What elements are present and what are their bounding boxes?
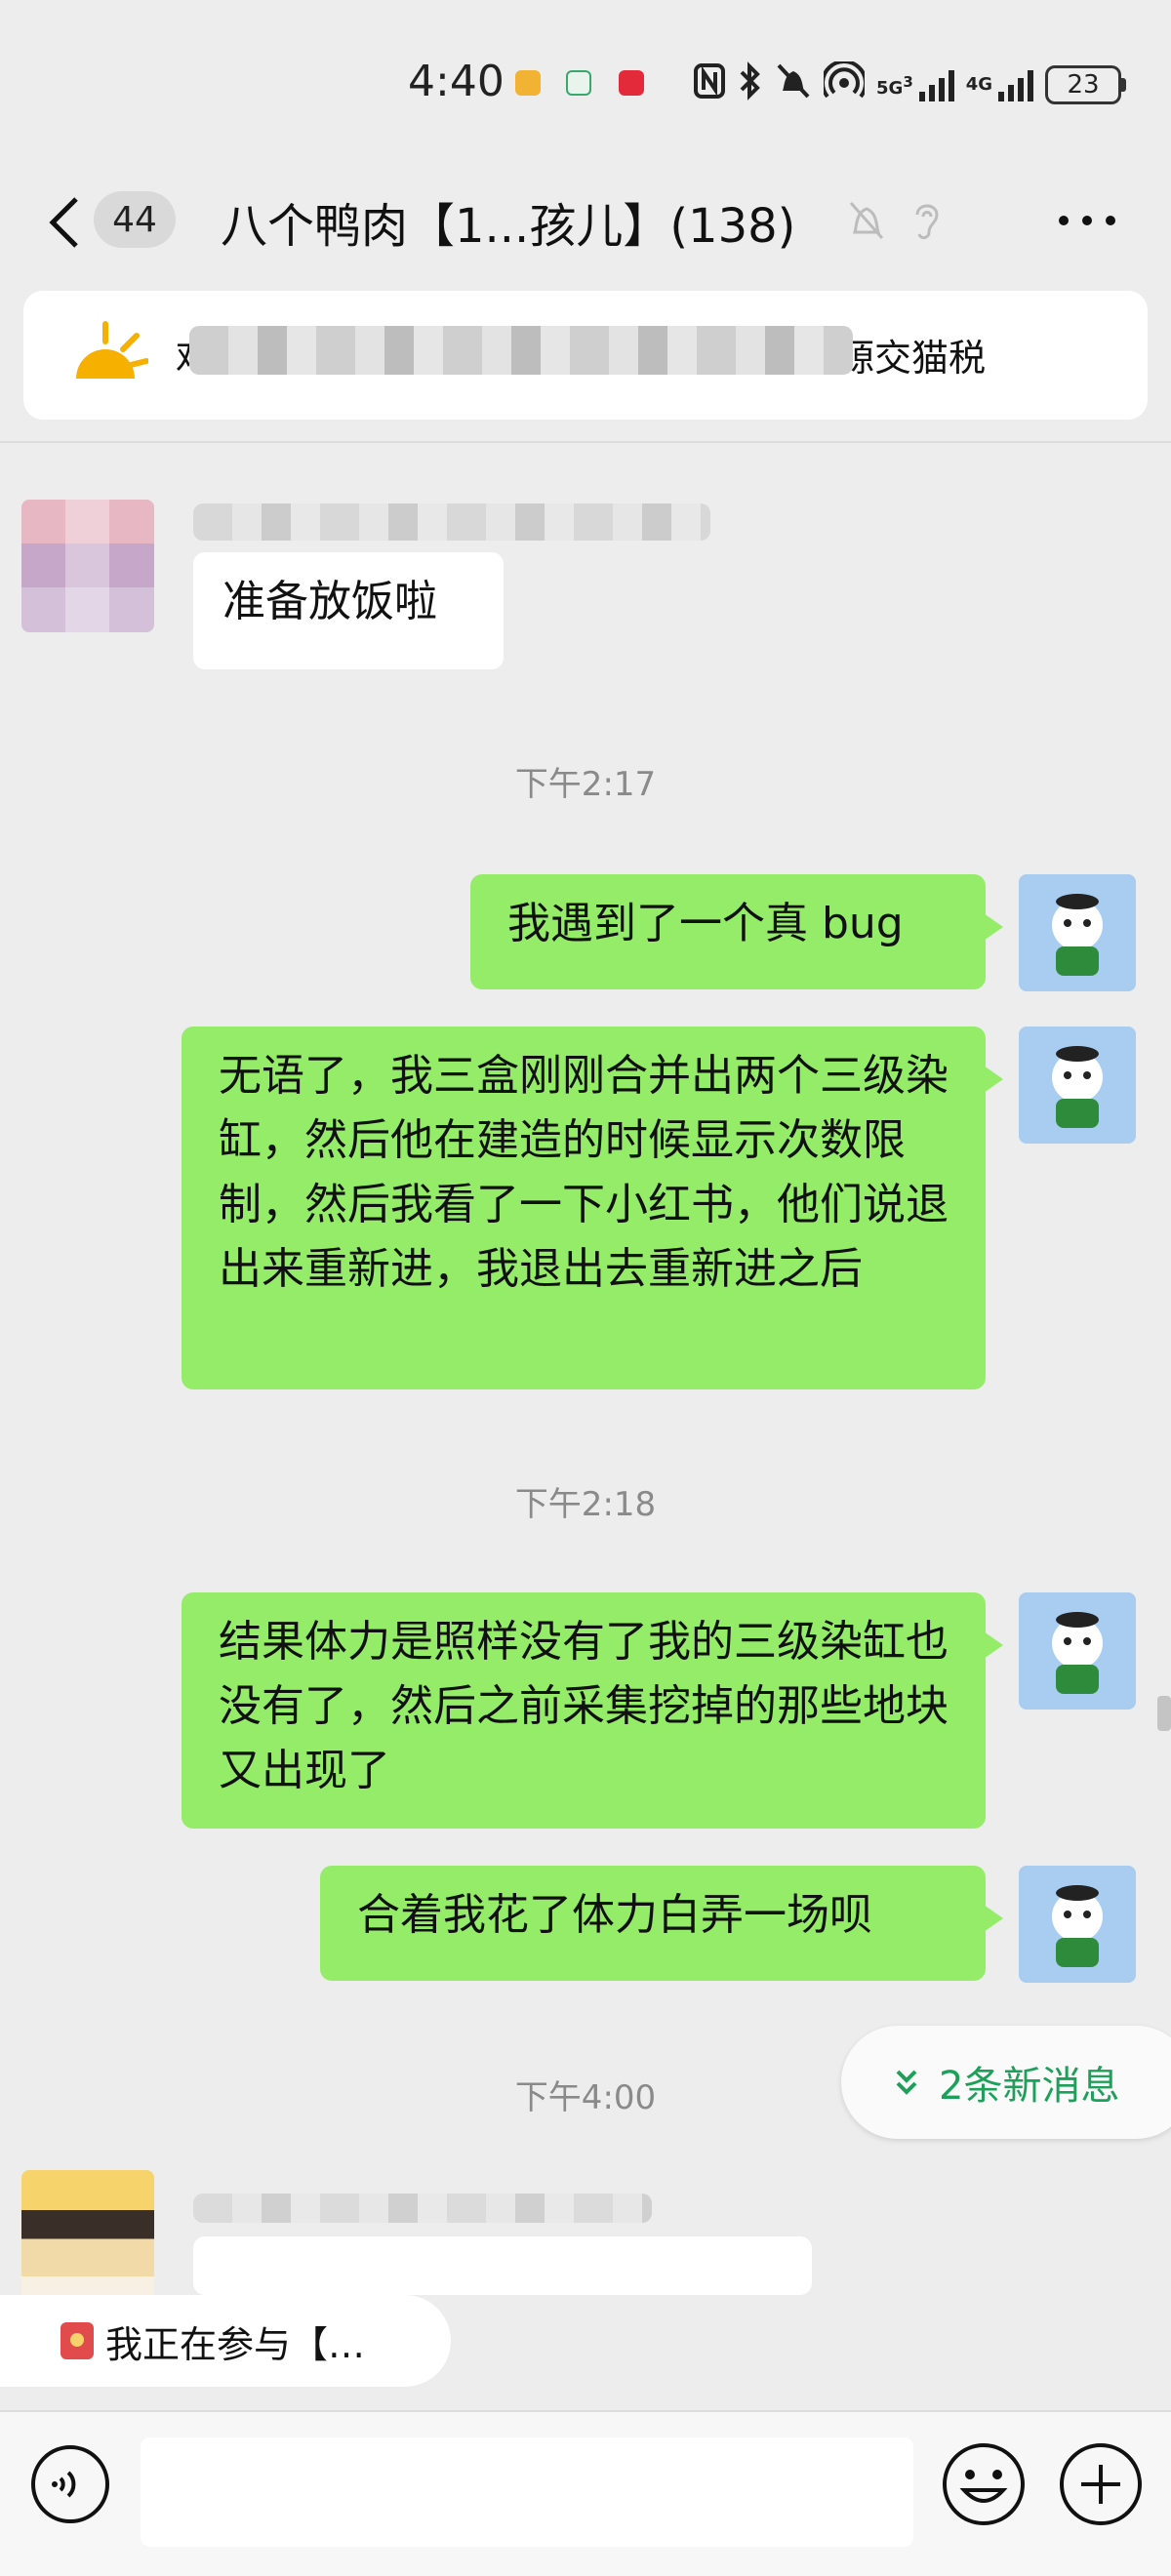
scrollbar-thumb[interactable] — [1157, 1696, 1171, 1731]
redacted-sender-name — [193, 2194, 652, 2223]
red-packet-icon — [61, 2322, 94, 2359]
nfc-icon — [693, 62, 726, 107]
status-bar: 4:40 5G3 4G 23 — [0, 0, 1171, 172]
battery-tip — [1121, 78, 1127, 92]
network-5g-label: 5G3 — [876, 72, 913, 99]
double-chevron-down-icon — [896, 2070, 917, 2095]
message-bubble[interactable]: 准备放饭啦 — [193, 552, 504, 669]
redacted-text — [189, 326, 853, 375]
battery-icon: 23 — [1045, 65, 1122, 104]
my-avatar[interactable] — [1019, 874, 1136, 991]
message-bubble-partial[interactable] — [193, 2236, 812, 2295]
redacted-sender-name — [193, 503, 710, 541]
earpiece-mode-icon — [915, 204, 939, 240]
message-bubble[interactable]: 结果体力是照样没有了我的三级染缸也没有了，然后之前采集挖掉的那些地块又出现了 — [182, 1592, 1003, 1829]
muted-bell-icon — [849, 202, 884, 239]
activity-tip-text: 我正在参与【… — [105, 2322, 366, 2366]
weibo-notification-icon — [515, 70, 541, 96]
emoji-icon[interactable] — [941, 2441, 1027, 2527]
my-avatar[interactable] — [1019, 1866, 1136, 1983]
new-messages-label: 2条新消息 — [939, 2064, 1120, 2109]
plus-icon[interactable] — [1058, 2441, 1144, 2527]
message-bubble[interactable]: 合着我花了体力白弄一场呗 — [320, 1866, 1003, 1981]
voice-input-button[interactable] — [29, 2443, 111, 2525]
my-avatar[interactable] — [1019, 1592, 1136, 1710]
message-bubble[interactable]: 我遇到了一个真 bug — [470, 874, 1003, 989]
announcement-icon — [76, 321, 148, 379]
message-bubble[interactable]: 无语了，我三盒刚刚合并出两个三级染缸，然后他在建造的时候显示次数限制，然后我看了… — [182, 1026, 1003, 1389]
signal-5g-icon — [918, 68, 954, 101]
member-avatar[interactable] — [21, 2170, 154, 2303]
my-avatar[interactable] — [1019, 1026, 1136, 1144]
more-options-icon[interactable] — [1056, 213, 1118, 228]
announcement-text-tail: 源交猫税 — [837, 337, 987, 380]
member-avatar[interactable] — [21, 500, 154, 632]
mute-bell-icon — [775, 61, 812, 108]
status-icons: 5G3 4G 23 — [693, 60, 1127, 109]
back-arrow-icon[interactable] — [41, 193, 90, 252]
network-4g-label: 4G — [965, 74, 993, 95]
unread-count-badge[interactable]: 44 — [94, 191, 176, 248]
message-input[interactable] — [141, 2437, 913, 2547]
red-app-notification-icon — [619, 70, 644, 96]
pinned-announcement[interactable]: 鸡源交猫税 — [23, 291, 1148, 420]
input-bar — [0, 2410, 1171, 2576]
new-messages-button[interactable]: 2条新消息 — [841, 2026, 1171, 2139]
status-time: 4:40 — [408, 57, 505, 106]
divider — [0, 441, 1171, 443]
bluetooth-icon — [738, 61, 763, 108]
activity-tip[interactable]: 我正在参与【… — [0, 2295, 451, 2387]
hotspot-icon — [821, 60, 868, 108]
app-notification-icon — [566, 70, 591, 96]
signal-4g-icon — [998, 68, 1034, 101]
chat-title: 八个鸭肉【1...孩儿】(138) — [221, 199, 796, 254]
timestamp: 下午2:18 — [514, 1485, 657, 1524]
timestamp: 下午2:17 — [514, 765, 657, 804]
